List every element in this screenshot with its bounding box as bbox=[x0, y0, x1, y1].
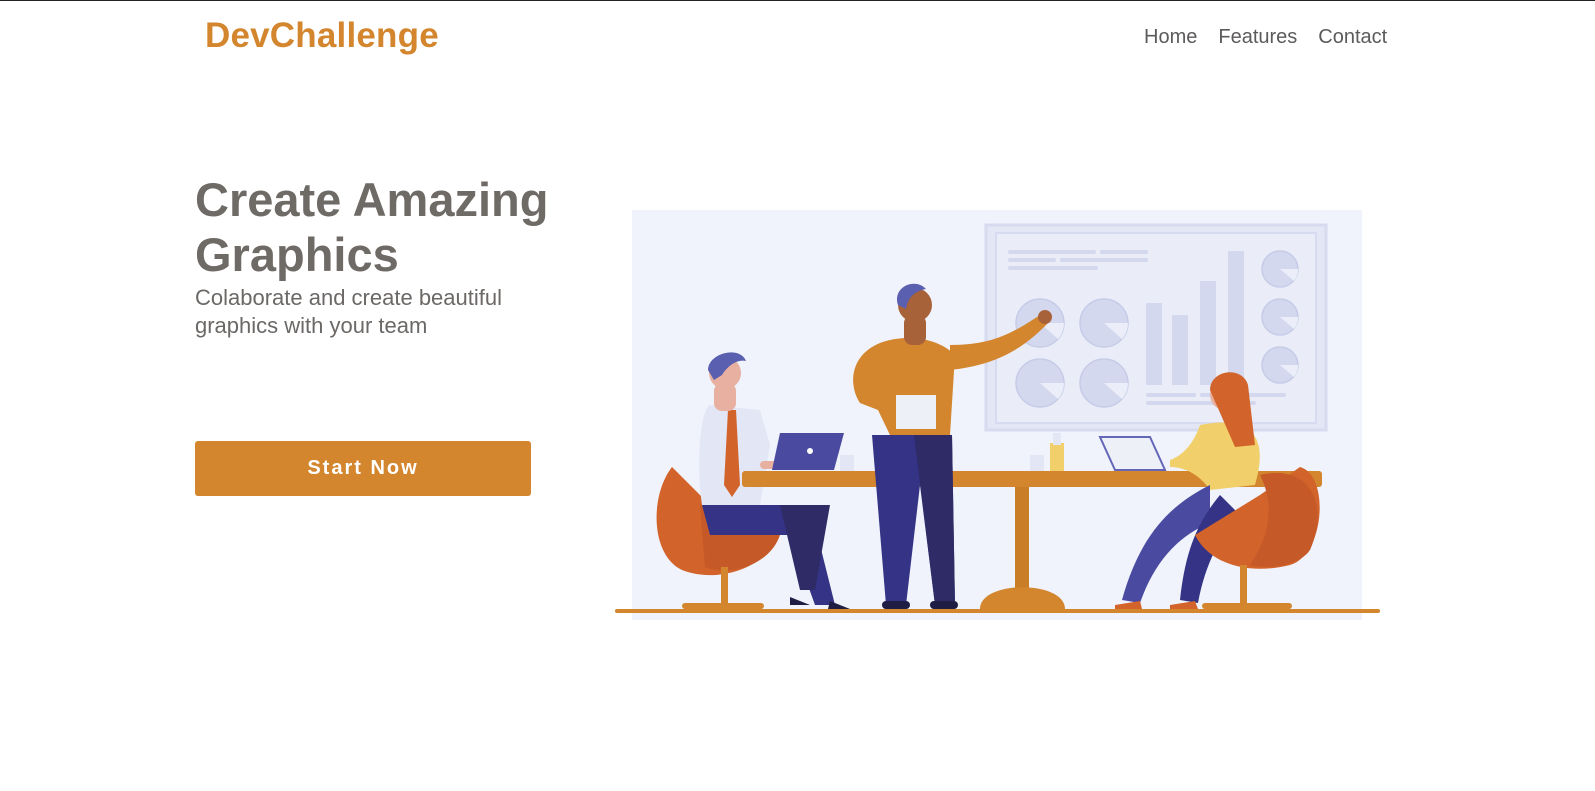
brand-logo[interactable]: DevChallenge bbox=[205, 16, 439, 56]
site-header: DevChallenge Home Features Contact bbox=[0, 0, 1595, 80]
hero-title: Create Amazing Graphics bbox=[195, 173, 549, 281]
team-meeting-illustration bbox=[610, 205, 1390, 625]
nav-features-link[interactable]: Features bbox=[1218, 26, 1297, 49]
start-now-button[interactable]: Start Now bbox=[195, 441, 531, 496]
nav-contact-link[interactable]: Contact bbox=[1318, 26, 1387, 49]
hero-subtitle: Colaborate and create beautiful graphics… bbox=[195, 285, 502, 338]
floor-line bbox=[615, 609, 1380, 613]
nav-home-link[interactable]: Home bbox=[1144, 26, 1197, 49]
main-nav: Home Features Contact bbox=[1144, 26, 1387, 49]
